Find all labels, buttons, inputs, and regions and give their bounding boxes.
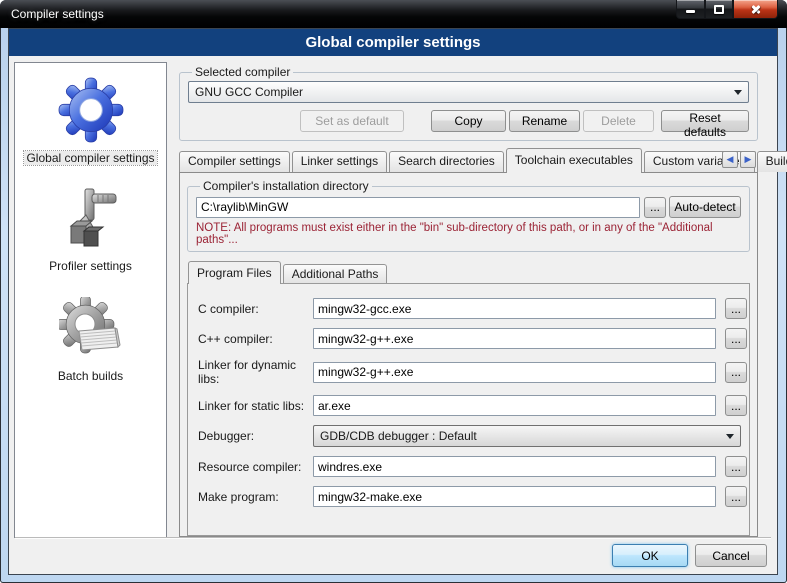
compiler-select-value: GNU GCC Compiler (195, 85, 303, 99)
c-compiler-input[interactable] (313, 298, 716, 319)
close-icon (750, 3, 762, 15)
minimize-icon (686, 10, 695, 13)
program-files-panel: C compiler: ... C++ compiler: ... Linker… (187, 283, 750, 536)
browse-dynamic-linker-button[interactable]: ... (725, 362, 747, 383)
footer-buttons: OK Cancel (612, 544, 767, 567)
field-row-dynamic-linker: Linker for dynamic libs: ... (196, 358, 741, 386)
field-row-static-linker: Linker for static libs: ... (196, 395, 741, 416)
install-dir-input[interactable] (196, 197, 640, 218)
page-title: Global compiler settings (305, 34, 480, 51)
maximize-button[interactable] (705, 0, 733, 19)
dialog-header: Global compiler settings (9, 29, 777, 56)
tab-build-options[interactable]: Build options (757, 151, 787, 172)
sidebar-item-global-compiler-settings[interactable]: Global compiler settings (24, 77, 156, 165)
static-linker-input[interactable] (313, 395, 716, 416)
field-label: Make program: (196, 490, 308, 504)
browse-static-linker-button[interactable]: ... (725, 395, 747, 416)
gear-stack-icon (59, 297, 123, 361)
field-row-make-program: Make program: ... (196, 486, 741, 507)
sidebar-item-label: Profiler settings (49, 259, 132, 273)
blue-gear-icon (58, 77, 124, 143)
settings-tabbar: Compiler settings Linker settings Search… (179, 147, 758, 172)
tab-toolchain-executables[interactable]: Toolchain executables (506, 148, 642, 173)
arrow-left-icon: ◀ (727, 154, 734, 164)
compiler-actions-row: Set as default Copy Rename Delete Reset … (188, 110, 749, 132)
browse-c-compiler-button[interactable]: ... (725, 298, 747, 319)
cancel-button[interactable]: Cancel (695, 544, 767, 567)
sidebar-item-label: Batch builds (58, 369, 123, 383)
browse-install-dir-button[interactable]: ... (644, 197, 666, 218)
ok-button[interactable]: OK (612, 544, 688, 567)
tab-scroll-left-button[interactable]: ◀ (722, 151, 738, 168)
field-row-c-compiler: C compiler: ... (196, 298, 741, 319)
field-row-cpp-compiler: C++ compiler: ... (196, 328, 741, 349)
install-dir-group-label: Compiler's installation directory (200, 179, 372, 193)
install-dir-row: ... Auto-detect (196, 196, 741, 218)
make-program-input[interactable] (313, 486, 716, 507)
resource-compiler-input[interactable] (313, 456, 716, 477)
field-label: Linker for dynamic libs: (196, 358, 308, 386)
chevron-down-icon (734, 90, 742, 95)
field-label: Linker for static libs: (196, 399, 308, 413)
window-controls (676, 0, 778, 19)
caliper-icon (58, 187, 122, 251)
dynamic-linker-input[interactable] (313, 362, 716, 383)
delete-button[interactable]: Delete (583, 110, 654, 132)
minimize-button[interactable] (676, 0, 705, 19)
program-files-tabbar: Program Files Additional Paths (188, 260, 750, 283)
window-title: Compiler settings (0, 7, 104, 21)
field-label: Debugger: (196, 429, 308, 443)
browse-make-program-button[interactable]: ... (725, 486, 747, 507)
tab-scroll-right-button[interactable]: ▶ (740, 151, 756, 168)
field-label: C compiler: (196, 302, 308, 316)
field-row-resource-compiler: Resource compiler: ... (196, 456, 741, 477)
field-row-debugger: Debugger: GDB/CDB debugger : Default (196, 425, 741, 447)
sidebar-item-label: Global compiler settings (24, 151, 156, 165)
selected-compiler-group-label: Selected compiler (192, 65, 293, 79)
compiler-settings-window: Compiler settings Global compiler settin… (0, 0, 787, 583)
rename-button[interactable]: Rename (509, 110, 580, 132)
tab-compiler-settings[interactable]: Compiler settings (179, 151, 290, 172)
arrow-right-icon: ▶ (745, 154, 752, 164)
footer-separator (15, 537, 771, 539)
main-panel: Selected compiler GNU GCC Compiler Set a… (179, 65, 758, 537)
debugger-select[interactable]: GDB/CDB debugger : Default (313, 425, 741, 447)
reset-defaults-button[interactable]: Reset defaults (661, 110, 749, 132)
maximize-icon (714, 5, 724, 14)
settings-sidebar: Global compiler settings (14, 62, 167, 538)
browse-cpp-compiler-button[interactable]: ... (725, 328, 747, 349)
toolchain-executables-panel: Compiler's installation directory ... Au… (179, 172, 758, 537)
field-label: C++ compiler: (196, 332, 308, 346)
sidebar-item-profiler-settings[interactable]: Profiler settings (49, 187, 132, 273)
install-dir-group: Compiler's installation directory ... Au… (187, 179, 750, 252)
auto-detect-button[interactable]: Auto-detect (669, 196, 741, 218)
tab-scroll-buttons: ◀ ▶ (722, 151, 756, 168)
cpp-compiler-input[interactable] (313, 328, 716, 349)
tab-search-directories[interactable]: Search directories (389, 151, 504, 172)
install-dir-note: NOTE: All programs must exist either in … (196, 222, 741, 246)
copy-button[interactable]: Copy (431, 110, 506, 132)
sidebar-item-batch-builds[interactable]: Batch builds (58, 297, 123, 383)
close-button[interactable] (733, 0, 778, 19)
dialog-client-area: Global compiler settings (8, 28, 778, 575)
selected-compiler-group: Selected compiler GNU GCC Compiler Set a… (179, 65, 758, 141)
debugger-select-value: GDB/CDB debugger : Default (320, 429, 477, 443)
compiler-select[interactable]: GNU GCC Compiler (188, 81, 749, 103)
set-as-default-button[interactable]: Set as default (300, 110, 404, 132)
tab-linker-settings[interactable]: Linker settings (292, 151, 387, 172)
subtab-program-files[interactable]: Program Files (188, 261, 281, 284)
browse-resource-compiler-button[interactable]: ... (725, 456, 747, 477)
subtab-additional-paths[interactable]: Additional Paths (283, 264, 388, 283)
title-bar[interactable]: Compiler settings (0, 0, 787, 28)
field-label: Resource compiler: (196, 460, 308, 474)
chevron-down-icon (726, 434, 734, 439)
